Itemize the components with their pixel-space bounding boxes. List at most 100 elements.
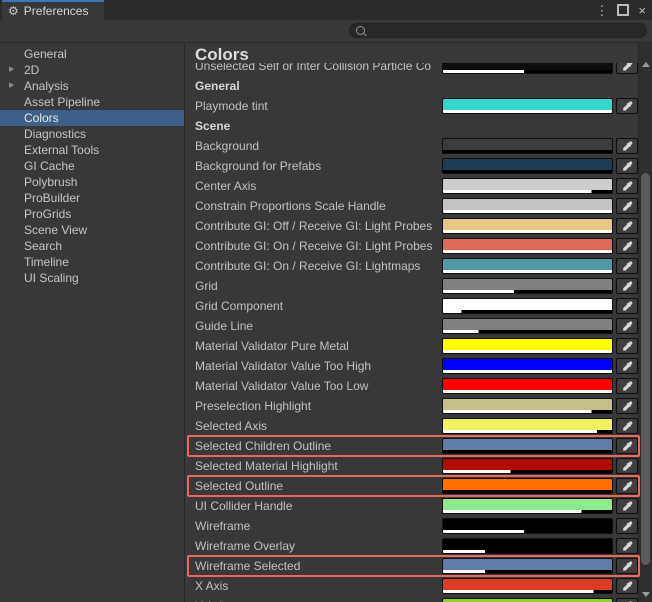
sidebar-item-diagnostics[interactable]: Diagnostics: [0, 126, 184, 142]
color-field: [442, 378, 638, 394]
content-area: General ▶ 2D ▶ Analysis Asset Pipeline Colors D…: [0, 43, 652, 602]
search-input[interactable]: [349, 23, 647, 38]
eyedropper-button[interactable]: [616, 298, 638, 314]
color-swatch[interactable]: [442, 538, 613, 554]
sidebar-item-ui-scaling[interactable]: UI Scaling: [0, 270, 184, 286]
color-swatch[interactable]: [442, 178, 613, 194]
eyedropper-button[interactable]: [616, 438, 638, 454]
swatch-alpha-bar: [443, 470, 612, 473]
eyedropper-button[interactable]: [616, 238, 638, 254]
color-swatch[interactable]: [442, 518, 613, 534]
eyedropper-button[interactable]: [616, 458, 638, 474]
color-swatch[interactable]: [442, 278, 613, 294]
eyedropper-button[interactable]: [616, 498, 638, 514]
swatch-color: [443, 259, 612, 270]
row-label: Guide Line: [195, 319, 254, 333]
eyedropper-button[interactable]: [616, 378, 638, 394]
color-swatch[interactable]: [442, 98, 613, 114]
color-field: [442, 278, 638, 294]
color-swatch[interactable]: [442, 558, 613, 574]
row-label: General: [195, 79, 240, 93]
row-label: Scene: [195, 119, 231, 133]
color-swatch[interactable]: [442, 578, 613, 594]
tab-preferences[interactable]: ⚙ Preferences: [2, 0, 105, 20]
color-swatch[interactable]: [442, 478, 613, 494]
eyedropper-button[interactable]: [616, 558, 638, 574]
color-swatch[interactable]: [442, 378, 613, 394]
color-swatch[interactable]: [442, 358, 613, 374]
sidebar-item-search[interactable]: Search: [0, 238, 184, 254]
eyedropper-button[interactable]: [616, 138, 638, 154]
eyedropper-button[interactable]: [616, 578, 638, 594]
swatch-alpha-bar: [443, 450, 612, 453]
swatch-color: [443, 339, 612, 350]
color-swatch[interactable]: [442, 418, 613, 434]
swatch-alpha-bar: [443, 550, 612, 553]
row-label: Material Validator Pure Metal: [195, 339, 349, 353]
sidebar-item-scene-view[interactable]: Scene View: [0, 222, 184, 238]
eyedropper-button[interactable]: [616, 178, 638, 194]
color-setting-row-y-axis: Y Axis: [185, 596, 638, 602]
color-swatch[interactable]: [442, 238, 613, 254]
eyedropper-button[interactable]: [616, 518, 638, 534]
sidebar-item-external-tools[interactable]: External Tools: [0, 142, 184, 158]
color-swatch[interactable]: [442, 218, 613, 234]
color-swatch[interactable]: [442, 438, 613, 454]
sidebar-item-general[interactable]: General: [0, 46, 184, 62]
row-label: Selected Children Outline: [195, 439, 332, 453]
eyedropper-button[interactable]: [616, 538, 638, 554]
eyedropper-button[interactable]: [616, 278, 638, 294]
sidebar-item-timeline[interactable]: Timeline: [0, 254, 184, 270]
sidebar-item-2d[interactable]: ▶ 2D: [0, 62, 184, 78]
eyedropper-button[interactable]: [616, 158, 638, 174]
eyedropper-button[interactable]: [616, 358, 638, 374]
color-swatch[interactable]: [442, 298, 613, 314]
preferences-window: ⚙ Preferences ⋮ × General ▶ 2D ▶ Analysis Ass…: [0, 0, 652, 602]
color-swatch[interactable]: [442, 258, 613, 274]
sidebar-item-polybrush[interactable]: Polybrush: [0, 174, 184, 190]
sidebar-item-asset-pipeline[interactable]: Asset Pipeline: [0, 94, 184, 110]
close-icon[interactable]: ×: [638, 4, 646, 17]
fold-arrow-icon[interactable]: ▶: [9, 62, 14, 78]
eyedropper-button[interactable]: [616, 418, 638, 434]
row-label: Selected Material Highlight: [195, 459, 338, 473]
eyedropper-button[interactable]: [616, 398, 638, 414]
sidebar-item-progrids[interactable]: ProGrids: [0, 206, 184, 222]
color-setting-row-background-for-prefabs: Background for Prefabs: [185, 156, 638, 176]
swatch-color: [443, 279, 612, 290]
color-swatch[interactable]: [442, 138, 613, 154]
sidebar-item-colors[interactable]: Colors: [0, 110, 184, 126]
eyedropper-button[interactable]: [616, 318, 638, 334]
eyedropper-button[interactable]: [616, 338, 638, 354]
color-swatch[interactable]: [442, 458, 613, 474]
color-swatch[interactable]: [442, 338, 613, 354]
sidebar-item-probuilder[interactable]: ProBuilder: [0, 190, 184, 206]
scroll-up-arrow-icon[interactable]: [642, 62, 650, 67]
color-swatch[interactable]: [442, 318, 613, 334]
eyedropper-button[interactable]: [616, 198, 638, 214]
color-swatch[interactable]: [442, 158, 613, 174]
color-swatch[interactable]: [442, 398, 613, 414]
kebab-menu-icon[interactable]: ⋮: [595, 4, 608, 17]
swatch-alpha-bar: [443, 570, 612, 573]
window-controls: ⋮ ×: [595, 0, 646, 20]
color-swatch[interactable]: [442, 198, 613, 214]
sidebar-item-label: ProBuilder: [24, 191, 81, 205]
eyedropper-button[interactable]: [616, 218, 638, 234]
fold-arrow-icon[interactable]: ▶: [9, 78, 14, 94]
scrollbar[interactable]: [638, 43, 652, 602]
eyedropper-button[interactable]: [616, 258, 638, 274]
swatch-alpha-bar: [443, 350, 612, 353]
color-field: [442, 338, 638, 354]
swatch-color: [443, 519, 612, 530]
eyedropper-button[interactable]: [616, 598, 638, 602]
maximize-icon[interactable]: [617, 4, 630, 16]
sidebar-item-analysis[interactable]: ▶ Analysis: [0, 78, 184, 94]
eyedropper-button[interactable]: [616, 478, 638, 494]
scrollbar-thumb[interactable]: [641, 173, 650, 565]
color-swatch[interactable]: [442, 498, 613, 514]
color-swatch[interactable]: [442, 598, 613, 602]
scroll-down-arrow-icon[interactable]: [642, 592, 650, 597]
sidebar-item-gi-cache[interactable]: GI Cache: [0, 158, 184, 174]
eyedropper-button[interactable]: [616, 98, 638, 114]
